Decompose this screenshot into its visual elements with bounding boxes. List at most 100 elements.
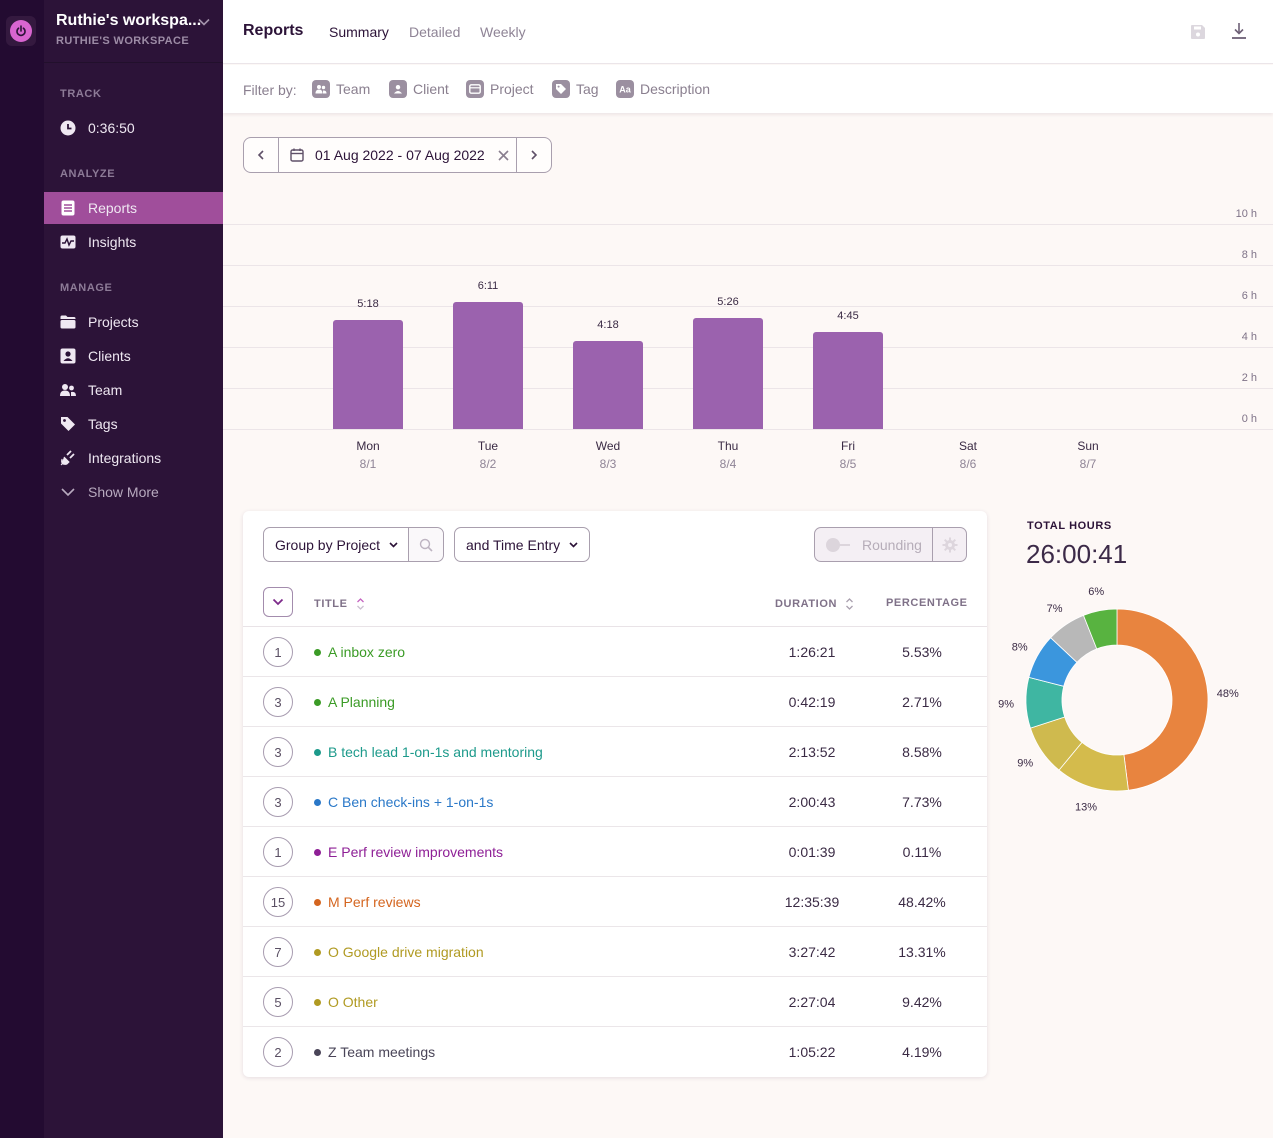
sidebar-item-label: Tags bbox=[88, 416, 118, 432]
entry-count-badge[interactable]: 3 bbox=[263, 787, 293, 817]
sort-icon[interactable] bbox=[845, 597, 854, 611]
duration-value: 2:13:52 bbox=[788, 744, 836, 760]
project-title[interactable]: C Ben check-ins + 1-on-1s bbox=[328, 794, 493, 810]
table-row[interactable]: 3 C Ben check-ins + 1-on-1s 2:00:43 7.73… bbox=[243, 777, 987, 827]
date-range-field[interactable]: 01 Aug 2022 - 07 Aug 2022 bbox=[279, 138, 516, 172]
entry-count-badge[interactable]: 15 bbox=[263, 887, 293, 917]
column-duration-label: DURATION bbox=[775, 598, 838, 610]
bar-tue[interactable] bbox=[453, 302, 523, 429]
workspace-switcher[interactable]: Ruthie's workspa... RUTHIE'S WORKSPACE bbox=[44, 0, 223, 63]
entry-count-badge[interactable]: 3 bbox=[263, 687, 293, 717]
daily-hours-bar-chart: 10 h 8 h 6 h 4 h 2 h 0 h 5:18 Mon 8/1 6:11 Tue 8/2 4… bbox=[223, 195, 1273, 485]
tab-weekly[interactable]: Weekly bbox=[480, 24, 526, 40]
table-row[interactable]: 7 O Google drive migration 3:27:42 13.31… bbox=[243, 927, 987, 977]
tab-detailed[interactable]: Detailed bbox=[409, 24, 460, 40]
next-period-button[interactable] bbox=[516, 138, 551, 172]
sidebar-item-tags[interactable]: Tags bbox=[44, 408, 223, 440]
sub-group-select[interactable]: and Time Entry bbox=[454, 527, 590, 562]
bar-thu[interactable] bbox=[693, 317, 763, 429]
table-row[interactable]: 1 A inbox zero 1:26:21 5.53% bbox=[243, 627, 987, 677]
entry-count-badge[interactable]: 1 bbox=[263, 837, 293, 867]
download-icon[interactable] bbox=[1230, 22, 1248, 45]
chevron-down-icon[interactable] bbox=[197, 15, 211, 34]
sidebar-item-projects[interactable]: Projects bbox=[44, 306, 223, 338]
rounding-toggle[interactable]: Rounding bbox=[815, 528, 932, 561]
expand-all-button[interactable] bbox=[263, 587, 293, 617]
percentage-value: 48.42% bbox=[898, 894, 946, 910]
entry-count-badge[interactable]: 3 bbox=[263, 737, 293, 767]
project-title[interactable]: Z Team meetings bbox=[328, 1044, 435, 1060]
filter-description[interactable]: Aa Description bbox=[616, 80, 710, 98]
search-icon bbox=[419, 538, 433, 552]
filter-project-label: Project bbox=[490, 81, 534, 97]
project-title[interactable]: A inbox zero bbox=[328, 644, 405, 660]
group-by-select[interactable]: Group by Project bbox=[263, 527, 444, 562]
entry-count-badge[interactable]: 7 bbox=[263, 937, 293, 967]
y-tick-label: 4 h bbox=[1241, 331, 1257, 343]
sort-icon[interactable] bbox=[356, 597, 365, 611]
table-row[interactable]: 5 O Other 2:27:04 9.42% bbox=[243, 977, 987, 1027]
save-icon[interactable] bbox=[1190, 24, 1206, 45]
percentage-value: 7.73% bbox=[902, 794, 942, 810]
bar-wed[interactable] bbox=[573, 340, 643, 429]
sidebar-item-team[interactable]: Team bbox=[44, 374, 223, 406]
rounding-settings-button[interactable] bbox=[932, 528, 966, 561]
entry-count-badge[interactable]: 2 bbox=[263, 1037, 293, 1067]
bar-value-label: 5:18 bbox=[357, 298, 379, 311]
project-color-dot bbox=[314, 649, 321, 656]
sidebar-item-show-more[interactable]: Show More bbox=[44, 476, 223, 508]
timer-item[interactable]: 0:36:50 bbox=[44, 112, 223, 144]
column-header-title[interactable]: TITLE bbox=[314, 597, 365, 611]
table-body: 1 A inbox zero 1:26:21 5.53% 3 A Plannin… bbox=[243, 627, 987, 1077]
reports-icon bbox=[60, 200, 76, 216]
x-tick-day: Mon bbox=[356, 439, 380, 453]
y-tick-label: 8 h bbox=[1241, 249, 1257, 261]
text-icon: Aa bbox=[616, 80, 634, 98]
toggle-switch[interactable] bbox=[826, 537, 850, 552]
table-row[interactable]: 15 M Perf reviews 12:35:39 48.42% bbox=[243, 877, 987, 927]
previous-period-button[interactable] bbox=[244, 138, 279, 172]
column-header-duration[interactable]: DURATION bbox=[775, 597, 854, 611]
bar-fri[interactable] bbox=[813, 331, 883, 429]
chevron-down-icon bbox=[389, 541, 398, 548]
filter-project[interactable]: Project bbox=[466, 80, 534, 98]
project-title[interactable]: B tech lead 1-on-1s and mentoring bbox=[328, 744, 543, 760]
column-header-percentage[interactable]: PERCENTAGE bbox=[886, 597, 968, 609]
filter-tag[interactable]: Tag bbox=[552, 80, 599, 98]
project-title[interactable]: O Google drive migration bbox=[328, 944, 484, 960]
project-color-dot bbox=[314, 799, 321, 806]
client-icon bbox=[60, 348, 76, 364]
project-title[interactable]: A Planning bbox=[328, 694, 395, 710]
project-color-dot bbox=[314, 699, 321, 706]
tab-summary[interactable]: Summary bbox=[329, 24, 389, 40]
table-row[interactable]: 2 Z Team meetings 1:05:22 4.19% bbox=[243, 1027, 987, 1077]
percentage-value: 9.42% bbox=[902, 994, 942, 1010]
search-button[interactable] bbox=[408, 528, 443, 561]
filter-client[interactable]: Client bbox=[389, 80, 449, 98]
app-strip bbox=[0, 0, 44, 1138]
date-range-picker: 01 Aug 2022 - 07 Aug 2022 bbox=[243, 137, 552, 173]
bar-mon[interactable] bbox=[333, 320, 403, 429]
project-color-dot bbox=[314, 1049, 321, 1056]
filter-tag-label: Tag bbox=[576, 81, 599, 97]
filter-team[interactable]: Team bbox=[312, 80, 370, 98]
clear-date-icon[interactable] bbox=[498, 149, 509, 161]
gridline bbox=[223, 224, 1273, 225]
sidebar-item-reports[interactable]: Reports bbox=[44, 192, 223, 224]
sidebar-item-integrations[interactable]: Integrations bbox=[44, 442, 223, 474]
table-row[interactable]: 1 E Perf review improvements 0:01:39 0.1… bbox=[243, 827, 987, 877]
sidebar-item-clients[interactable]: Clients bbox=[44, 340, 223, 372]
donut-slice-0[interactable] bbox=[1116, 608, 1209, 791]
percentage-value: 4.19% bbox=[902, 1044, 942, 1060]
sidebar-item-label: Clients bbox=[88, 348, 131, 364]
project-title[interactable]: M Perf reviews bbox=[328, 894, 421, 910]
entry-count-badge[interactable]: 1 bbox=[263, 637, 293, 667]
sidebar-item-insights[interactable]: Insights bbox=[44, 226, 223, 258]
project-title[interactable]: O Other bbox=[328, 994, 378, 1010]
table-row[interactable]: 3 A Planning 0:42:19 2.71% bbox=[243, 677, 987, 727]
app-logo[interactable] bbox=[6, 16, 36, 46]
entry-count-badge[interactable]: 5 bbox=[263, 987, 293, 1017]
duration-value: 1:26:21 bbox=[788, 644, 836, 660]
table-row[interactable]: 3 B tech lead 1-on-1s and mentoring 2:13… bbox=[243, 727, 987, 777]
project-title[interactable]: E Perf review improvements bbox=[328, 844, 503, 860]
